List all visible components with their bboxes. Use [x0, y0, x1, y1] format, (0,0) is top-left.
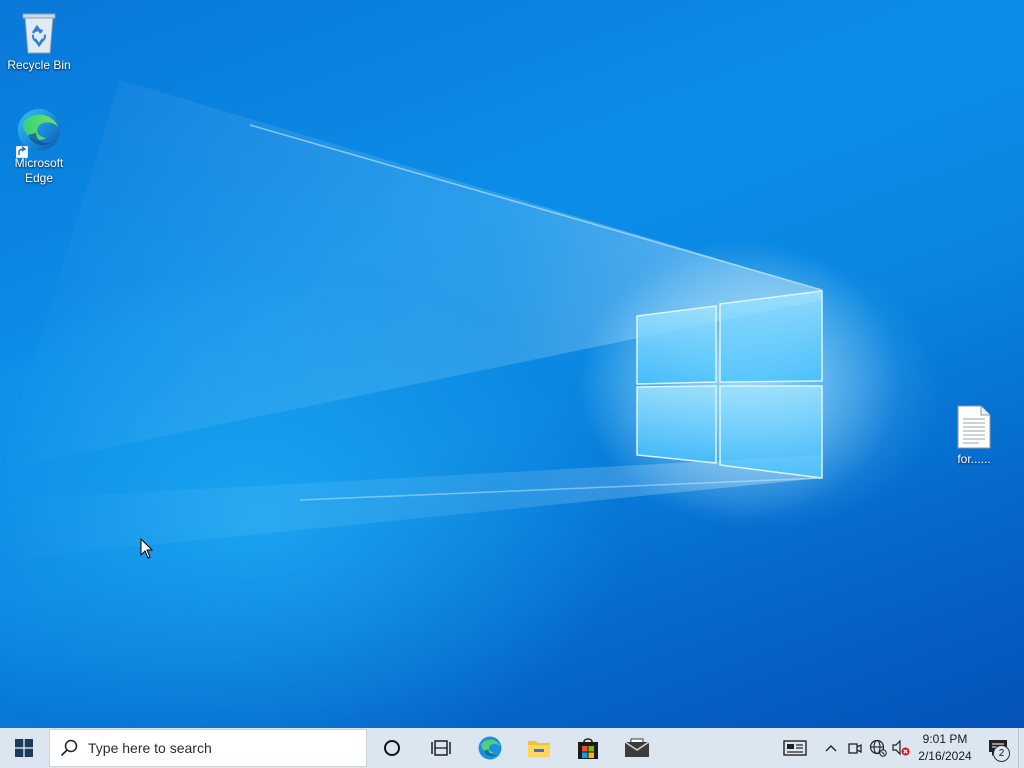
recycle-bin-icon [15, 8, 63, 56]
microsoft-store-icon [577, 738, 598, 759]
cortana-button[interactable] [367, 728, 416, 768]
taskbar-file-explorer-button[interactable] [514, 728, 563, 768]
volume-muted-icon [892, 740, 910, 756]
desktop-icon-label: Recycle Bin [7, 58, 71, 72]
mouse-cursor-icon [140, 538, 154, 559]
search-icon [60, 739, 78, 757]
network-globe-icon [869, 739, 887, 757]
network-button[interactable] [866, 728, 890, 768]
taskbar-edge-button[interactable] [465, 728, 514, 768]
windows-logo-icon [15, 739, 33, 757]
file-explorer-icon [527, 741, 550, 757]
cortana-icon [383, 740, 400, 756]
taskbar: Type here to search 9:01 PM 2/16/2024 2 [0, 728, 1024, 768]
clock-date: 2/16/2024 [918, 749, 972, 763]
start-button[interactable] [0, 728, 48, 768]
show-hidden-icons-button[interactable] [818, 728, 844, 768]
task-view-icon [430, 740, 451, 756]
clock-time: 9:01 PM [922, 732, 968, 746]
meet-now-button[interactable] [844, 728, 866, 768]
shortcut-arrow-icon [16, 146, 28, 158]
system-tray: 9:01 PM 2/16/2024 2 [772, 728, 1024, 768]
desktop: Recycle Bin Microsoft Edge for...... [0, 0, 1024, 728]
edge-icon [15, 106, 63, 158]
desktop-icon-microsoft-edge[interactable]: Microsoft Edge [1, 106, 77, 186]
news-icon [783, 740, 807, 756]
search-placeholder: Type here to search [88, 740, 212, 756]
taskbar-microsoft-store-button[interactable] [563, 728, 612, 768]
edge-icon [478, 736, 501, 760]
show-desktop-button[interactable] [1018, 728, 1024, 768]
taskbar-clock[interactable]: 9:01 PM 2/16/2024 [912, 728, 978, 768]
mail-icon [624, 738, 649, 757]
action-center-button[interactable]: 2 [978, 728, 1018, 768]
desktop-icon-text-file[interactable]: for...... [936, 404, 1012, 467]
text-document-icon [950, 404, 998, 450]
news-and-interests-button[interactable] [772, 728, 818, 768]
desktop-icon-label: Microsoft Edge [14, 156, 64, 185]
taskbar-mail-button[interactable] [612, 728, 661, 768]
chevron-up-icon [825, 745, 837, 752]
volume-button[interactable] [890, 728, 912, 768]
taskbar-search-box[interactable]: Type here to search [49, 729, 367, 767]
desktop-icon-recycle-bin[interactable]: Recycle Bin [1, 8, 77, 73]
notification-count-badge: 2 [993, 745, 1010, 762]
desktop-icon-label: for...... [957, 452, 991, 466]
windows-wallpaper-logo [0, 80, 900, 560]
task-view-button[interactable] [416, 728, 465, 768]
meet-now-icon [848, 743, 862, 754]
